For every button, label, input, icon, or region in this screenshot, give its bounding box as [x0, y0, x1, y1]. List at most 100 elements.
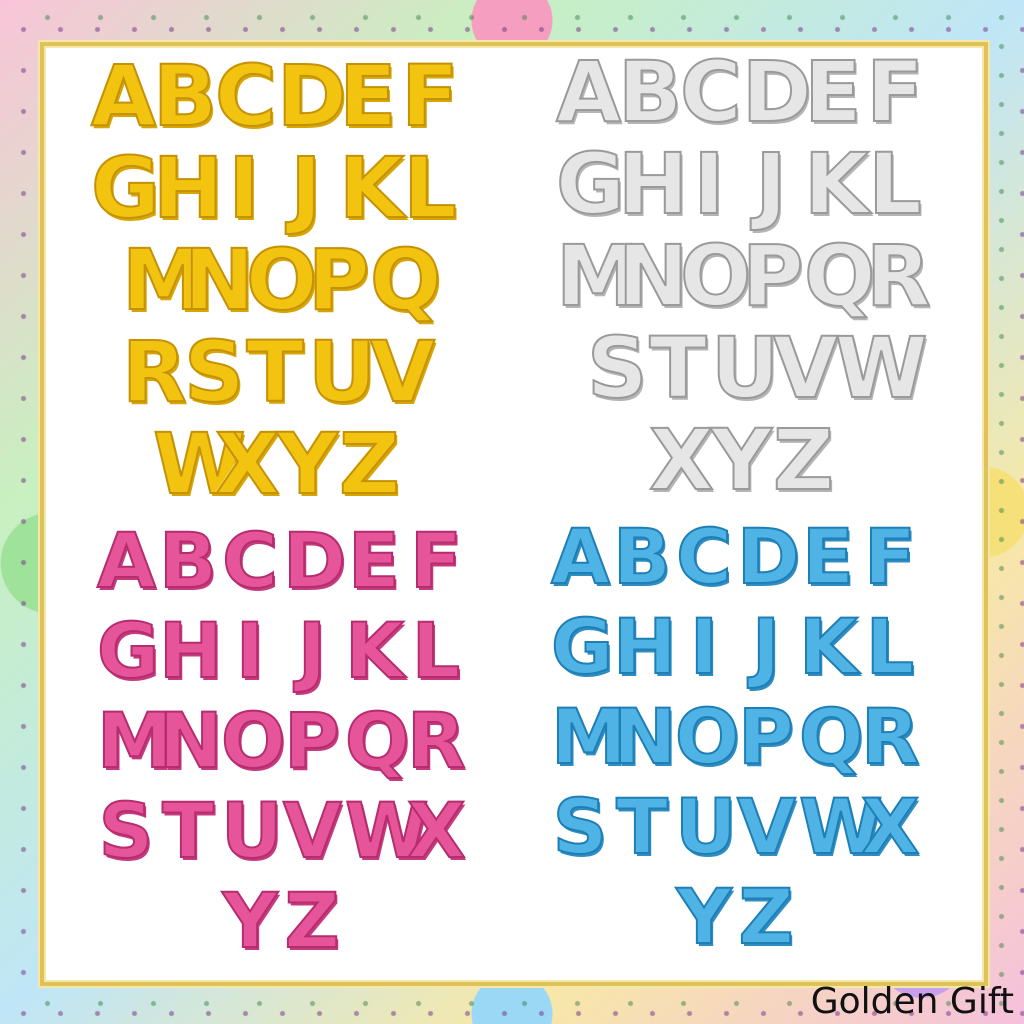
- balloon-letter: O: [220, 696, 287, 785]
- balloon-row: STUVWX: [97, 786, 467, 875]
- balloon-letter: E: [338, 47, 397, 145]
- gold-balloon-alphabet: ABCDEFGHIJKLMNOPQRSTUVWXYZ: [80, 47, 470, 513]
- balloon-letter: Y: [710, 411, 773, 509]
- balloon-letter: A: [90, 47, 157, 145]
- balloon-row: MNOPQR: [96, 696, 467, 785]
- decorative-frame: ABCDEFGHIJKLMNOPQRSTUVWXYZ ABCDEFGHIJKLM…: [0, 0, 1024, 1024]
- balloon-letter: Q: [798, 692, 865, 781]
- balloon-letter: U: [220, 786, 284, 875]
- balloon-letter: Z: [338, 415, 401, 513]
- balloon-letter: E: [801, 512, 855, 601]
- balloon-letter: F: [409, 516, 463, 605]
- balloon-letter: Y: [221, 876, 278, 965]
- balloon-letter: N: [617, 227, 689, 325]
- balloon-row: MNOPQ: [121, 231, 442, 329]
- balloon-letter: N: [612, 692, 678, 781]
- balloon-row: ABCDEF: [96, 516, 465, 605]
- balloon-letter: R: [865, 227, 932, 325]
- balloon-letter: B: [612, 512, 672, 601]
- balloon-letter: Z: [772, 411, 835, 509]
- balloon-letter: M: [121, 231, 207, 329]
- balloon-letter: R: [406, 696, 467, 785]
- balloon-letter: K: [803, 135, 870, 233]
- balloon-letter: R: [860, 692, 921, 781]
- balloon-letter: J: [754, 135, 787, 233]
- balloon-letter: N: [183, 231, 255, 329]
- balloon-letter: O: [679, 227, 752, 325]
- balloon-letter: Z: [737, 872, 794, 961]
- balloon-letter: U: [674, 782, 738, 871]
- balloon-letter: T: [615, 782, 669, 871]
- balloon-letter: C: [221, 516, 279, 605]
- balloon-letter: P: [737, 692, 795, 781]
- balloon-letter: X: [406, 786, 467, 875]
- balloon-row: MNOPQR: [555, 227, 932, 325]
- balloon-letter: L: [402, 139, 458, 237]
- balloon-letter: P: [741, 227, 805, 325]
- balloon-letter: W: [834, 319, 929, 417]
- balloon-row: MNOPQR: [550, 692, 921, 781]
- balloon-letter: R: [121, 323, 188, 421]
- balloon-letter: Y: [276, 415, 339, 513]
- balloon-letter: A: [96, 516, 157, 605]
- balloon-letter: K: [338, 139, 405, 237]
- balloon-row: RSTUV: [121, 323, 436, 421]
- balloon-letter: Z: [283, 876, 340, 965]
- balloon-letter: I: [692, 135, 725, 233]
- balloon-letter: T: [161, 786, 215, 875]
- balloon-letter: P: [307, 231, 371, 329]
- balloon-letter: W: [152, 415, 247, 513]
- balloon-letter: W: [344, 786, 430, 875]
- balloon-letter: M: [550, 692, 628, 781]
- balloon-letter: S: [98, 786, 155, 875]
- balloon-row: STUVW: [586, 319, 929, 417]
- balloon-row: ABCDEF: [90, 47, 460, 145]
- balloon-letter: O: [245, 231, 318, 329]
- balloon-letter: C: [675, 512, 733, 601]
- balloon-letter: O: [674, 692, 741, 781]
- balloon-letter: F: [865, 43, 924, 141]
- balloon-letter: W: [798, 782, 884, 871]
- silver-balloon-alphabet: ABCDEFGHIJKLMNOPQRSTUVWXYZ: [520, 43, 960, 509]
- balloon-letter: T: [245, 323, 304, 421]
- balloon-letter: E: [803, 43, 862, 141]
- balloon-row: GHIJKL: [90, 139, 459, 237]
- balloon-row: GHIJKL: [550, 602, 919, 691]
- balloon-row: YZ: [675, 872, 795, 961]
- balloon-letter: S: [183, 323, 246, 421]
- balloon-letter: V: [369, 323, 436, 421]
- balloon-letter: D: [736, 512, 801, 601]
- balloon-letter: P: [283, 696, 341, 785]
- balloon-letter: I: [689, 602, 719, 691]
- balloon-letter: D: [741, 43, 813, 141]
- balloon-letter: V: [772, 319, 839, 417]
- balloon-letter: H: [617, 135, 689, 233]
- balloon-letter: L: [411, 606, 461, 695]
- balloon-letter: K: [798, 602, 859, 691]
- balloon-letter: G: [90, 139, 161, 237]
- balloon-row: GHIJKL: [555, 135, 924, 233]
- balloon-letter: H: [158, 606, 224, 695]
- balloon-letter: T: [648, 319, 707, 417]
- balloon-letter: M: [555, 227, 641, 325]
- balloon-row: YZ: [221, 876, 341, 965]
- blue-balloon-alphabet: ABCDEFGHIJKLMNOPQRSTUVWXYZ: [515, 512, 955, 964]
- balloon-letter: H: [152, 139, 224, 237]
- balloon-letter: D: [276, 47, 348, 145]
- balloon-row: STUVWX: [551, 782, 921, 871]
- balloon-letter: V: [282, 786, 343, 875]
- balloon-row: GHIJKL: [96, 606, 465, 695]
- balloon-letter: I: [235, 606, 265, 695]
- balloon-letter: X: [860, 782, 921, 871]
- balloon-letter: S: [586, 319, 649, 417]
- balloon-letter: G: [555, 135, 626, 233]
- balloon-letter: J: [297, 606, 327, 695]
- balloon-letter: G: [550, 602, 614, 691]
- balloon-letter: V: [736, 782, 797, 871]
- balloon-letter: Y: [675, 872, 732, 961]
- balloon-letter: Q: [369, 231, 442, 329]
- balloon-letter: Q: [344, 696, 411, 785]
- balloon-letter: M: [96, 696, 174, 785]
- balloon-letter: B: [152, 47, 218, 145]
- balloon-letter: C: [679, 43, 743, 141]
